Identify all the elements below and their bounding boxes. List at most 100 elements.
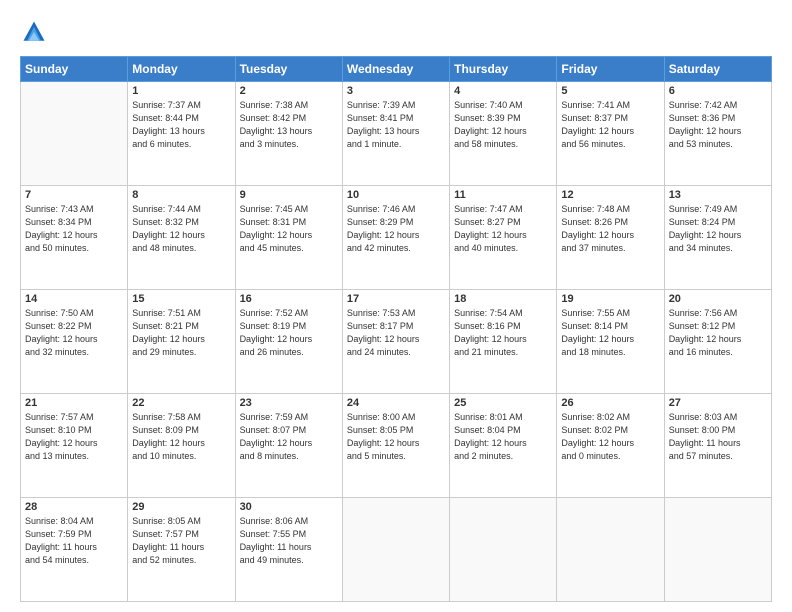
day-info: Sunrise: 7:57 AM Sunset: 8:10 PM Dayligh… (25, 411, 123, 463)
day-info: Sunrise: 8:01 AM Sunset: 8:04 PM Dayligh… (454, 411, 552, 463)
day-number: 23 (240, 397, 338, 409)
calendar-cell: 10 Sunrise: 7:46 AM Sunset: 8:29 PM Dayli… (342, 186, 449, 290)
calendar-cell: 17Sunrise: 7:53 AM Sunset: 8:17 PM Dayli… (342, 290, 449, 394)
day-number: 26 (561, 397, 659, 409)
day-info: Sunrise: 7:40 AM Sunset: 8:39 PM Dayligh… (454, 99, 552, 151)
day-number: 28 (25, 501, 123, 513)
calendar-cell: 30 Sunrise: 8:06 AM Sunset: 7:55 PM Dayli… (235, 498, 342, 602)
calendar-cell: 19 Sunrise: 7:55 AM Sunset: 8:14 PM Dayli… (557, 290, 664, 394)
day-header-wednesday: Wednesday (342, 57, 449, 82)
day-number: 7 (25, 189, 123, 201)
day-info: Sunrise: 7:38 AM Sunset: 8:42 PM Dayligh… (240, 99, 338, 151)
day-number: 10 (347, 189, 445, 201)
calendar-header-row: SundayMondayTuesdayWednesdayThursdayFrid… (21, 57, 772, 82)
day-number: 25 (454, 397, 552, 409)
day-number: 9 (240, 189, 338, 201)
calendar-cell (21, 82, 128, 186)
day-number: 11 (454, 189, 552, 201)
calendar-cell: 28 Sunrise: 8:04 AM Sunset: 7:59 PM Dayli… (21, 498, 128, 602)
calendar-week-1: 1 Sunrise: 7:37 AM Sunset: 8:44 PM Daylig… (21, 82, 772, 186)
day-number: 29 (132, 501, 230, 513)
day-info: Sunrise: 8:03 AM Sunset: 8:00 PM Dayligh… (669, 411, 767, 463)
day-header-monday: Monday (128, 57, 235, 82)
calendar-week-5: 28 Sunrise: 8:04 AM Sunset: 7:59 PM Dayli… (21, 498, 772, 602)
day-number: 8 (132, 189, 230, 201)
day-info: Sunrise: 7:46 AM Sunset: 8:29 PM Dayligh… (347, 203, 445, 255)
day-number: 14 (25, 293, 123, 305)
logo-icon (20, 18, 48, 46)
day-number: 22 (132, 397, 230, 409)
calendar-cell: 15 Sunrise: 7:51 AM Sunset: 8:21 PM Dayli… (128, 290, 235, 394)
day-number: 3 (347, 85, 445, 97)
calendar-cell: 12 Sunrise: 7:48 AM Sunset: 8:26 PM Dayli… (557, 186, 664, 290)
calendar-cell: 23 Sunrise: 7:59 AM Sunset: 8:07 PM Dayli… (235, 394, 342, 498)
day-header-thursday: Thursday (450, 57, 557, 82)
calendar-cell: 29 Sunrise: 8:05 AM Sunset: 7:57 PM Dayli… (128, 498, 235, 602)
calendar-cell: 7Sunrise: 7:43 AM Sunset: 8:34 PM Daylig… (21, 186, 128, 290)
header (20, 18, 772, 46)
page: SundayMondayTuesdayWednesdayThursdayFrid… (0, 0, 792, 612)
day-number: 12 (561, 189, 659, 201)
calendar-cell: 25 Sunrise: 8:01 AM Sunset: 8:04 PM Dayli… (450, 394, 557, 498)
calendar-week-3: 14 Sunrise: 7:50 AM Sunset: 8:22 PM Dayli… (21, 290, 772, 394)
day-info: Sunrise: 8:00 AM Sunset: 8:05 PM Dayligh… (347, 411, 445, 463)
calendar-cell: 6Sunrise: 7:42 AM Sunset: 8:36 PM Daylig… (664, 82, 771, 186)
day-number: 15 (132, 293, 230, 305)
day-info: Sunrise: 8:02 AM Sunset: 8:02 PM Dayligh… (561, 411, 659, 463)
day-info: Sunrise: 7:58 AM Sunset: 8:09 PM Dayligh… (132, 411, 230, 463)
day-number: 30 (240, 501, 338, 513)
calendar-cell (664, 498, 771, 602)
calendar-cell: 21 Sunrise: 7:57 AM Sunset: 8:10 PM Dayli… (21, 394, 128, 498)
calendar-cell: 11 Sunrise: 7:47 AM Sunset: 8:27 PM Dayli… (450, 186, 557, 290)
day-info: Sunrise: 7:47 AM Sunset: 8:27 PM Dayligh… (454, 203, 552, 255)
calendar-cell: 3 Sunrise: 7:39 AM Sunset: 8:41 PM Daylig… (342, 82, 449, 186)
day-header-friday: Friday (557, 57, 664, 82)
day-info: Sunrise: 7:50 AM Sunset: 8:22 PM Dayligh… (25, 307, 123, 359)
calendar-cell: 14 Sunrise: 7:50 AM Sunset: 8:22 PM Dayli… (21, 290, 128, 394)
calendar-week-2: 7Sunrise: 7:43 AM Sunset: 8:34 PM Daylig… (21, 186, 772, 290)
calendar-week-4: 21 Sunrise: 7:57 AM Sunset: 8:10 PM Dayli… (21, 394, 772, 498)
day-number: 21 (25, 397, 123, 409)
day-info: Sunrise: 7:55 AM Sunset: 8:14 PM Dayligh… (561, 307, 659, 359)
day-info: Sunrise: 7:49 AM Sunset: 8:24 PM Dayligh… (669, 203, 767, 255)
calendar-cell: 20 Sunrise: 7:56 AM Sunset: 8:12 PM Dayli… (664, 290, 771, 394)
calendar-cell: 1 Sunrise: 7:37 AM Sunset: 8:44 PM Daylig… (128, 82, 235, 186)
day-number: 4 (454, 85, 552, 97)
day-info: Sunrise: 7:52 AM Sunset: 8:19 PM Dayligh… (240, 307, 338, 359)
day-number: 1 (132, 85, 230, 97)
day-info: Sunrise: 7:54 AM Sunset: 8:16 PM Dayligh… (454, 307, 552, 359)
calendar-cell: 18Sunrise: 7:54 AM Sunset: 8:16 PM Dayli… (450, 290, 557, 394)
day-number: 2 (240, 85, 338, 97)
day-header-sunday: Sunday (21, 57, 128, 82)
day-number: 27 (669, 397, 767, 409)
calendar-cell: 16 Sunrise: 7:52 AM Sunset: 8:19 PM Dayli… (235, 290, 342, 394)
day-info: Sunrise: 7:56 AM Sunset: 8:12 PM Dayligh… (669, 307, 767, 359)
day-info: Sunrise: 7:41 AM Sunset: 8:37 PM Dayligh… (561, 99, 659, 151)
day-number: 20 (669, 293, 767, 305)
day-info: Sunrise: 8:06 AM Sunset: 7:55 PM Dayligh… (240, 515, 338, 567)
day-number: 16 (240, 293, 338, 305)
day-info: Sunrise: 7:51 AM Sunset: 8:21 PM Dayligh… (132, 307, 230, 359)
calendar-cell (557, 498, 664, 602)
day-info: Sunrise: 8:05 AM Sunset: 7:57 PM Dayligh… (132, 515, 230, 567)
day-header-saturday: Saturday (664, 57, 771, 82)
calendar-cell: 13Sunrise: 7:49 AM Sunset: 8:24 PM Dayli… (664, 186, 771, 290)
calendar-cell: 24Sunrise: 8:00 AM Sunset: 8:05 PM Dayli… (342, 394, 449, 498)
calendar-cell (450, 498, 557, 602)
day-info: Sunrise: 7:39 AM Sunset: 8:41 PM Dayligh… (347, 99, 445, 151)
day-info: Sunrise: 7:42 AM Sunset: 8:36 PM Dayligh… (669, 99, 767, 151)
day-info: Sunrise: 7:59 AM Sunset: 8:07 PM Dayligh… (240, 411, 338, 463)
day-number: 19 (561, 293, 659, 305)
day-header-tuesday: Tuesday (235, 57, 342, 82)
day-info: Sunrise: 7:44 AM Sunset: 8:32 PM Dayligh… (132, 203, 230, 255)
day-info: Sunrise: 8:04 AM Sunset: 7:59 PM Dayligh… (25, 515, 123, 567)
day-info: Sunrise: 7:37 AM Sunset: 8:44 PM Dayligh… (132, 99, 230, 151)
day-info: Sunrise: 7:48 AM Sunset: 8:26 PM Dayligh… (561, 203, 659, 255)
day-number: 17 (347, 293, 445, 305)
calendar-cell: 9 Sunrise: 7:45 AM Sunset: 8:31 PM Daylig… (235, 186, 342, 290)
calendar-cell: 27 Sunrise: 8:03 AM Sunset: 8:00 PM Dayli… (664, 394, 771, 498)
logo (20, 18, 52, 46)
calendar-table: SundayMondayTuesdayWednesdayThursdayFrid… (20, 56, 772, 602)
calendar-cell: 26 Sunrise: 8:02 AM Sunset: 8:02 PM Dayli… (557, 394, 664, 498)
day-info: Sunrise: 7:45 AM Sunset: 8:31 PM Dayligh… (240, 203, 338, 255)
